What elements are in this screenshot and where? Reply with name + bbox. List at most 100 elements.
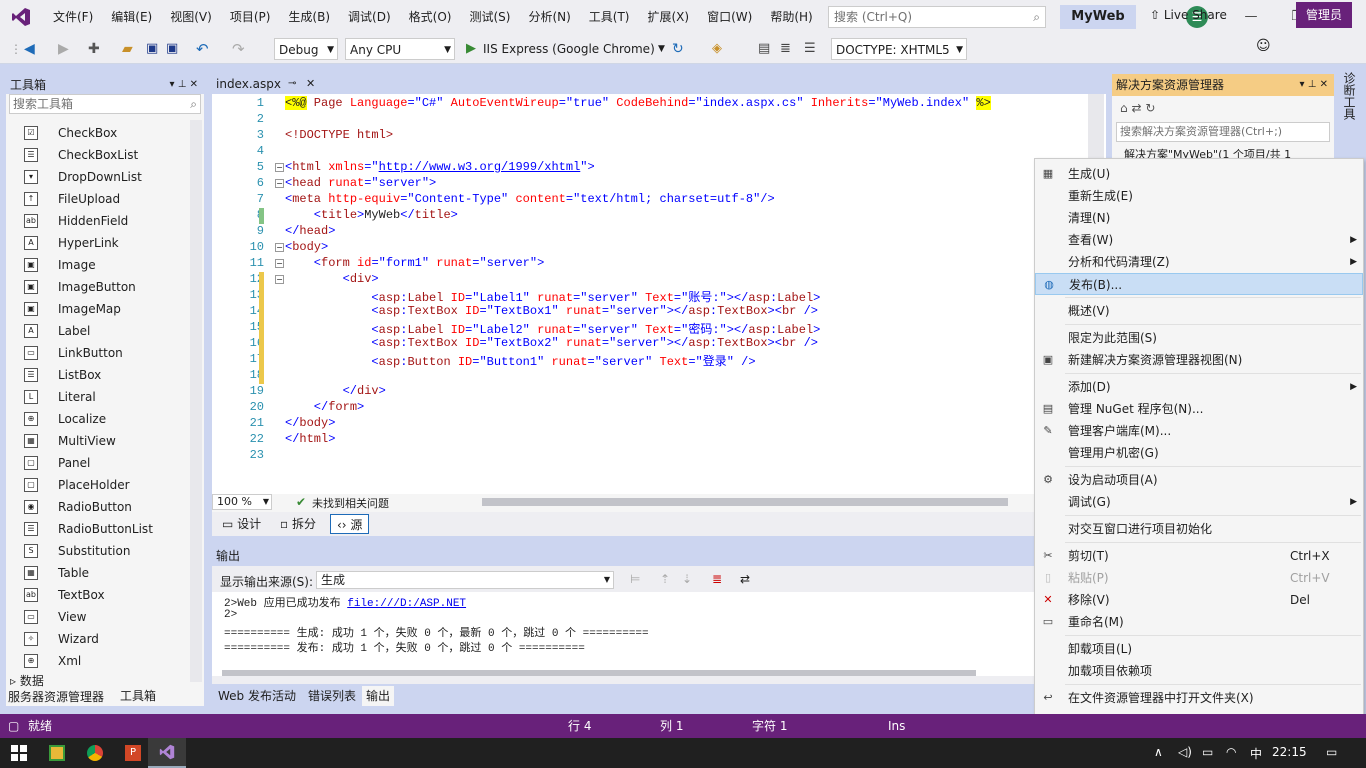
toolbox-scrollbar[interactable] [190, 120, 202, 682]
tab-source[interactable]: ‹› 源 [330, 514, 370, 534]
paint-app-icon[interactable] [38, 738, 76, 768]
context-menu-item[interactable]: ✂ 剪切(T) Ctrl+X [1035, 545, 1363, 567]
close-icon[interactable]: ✕ [306, 74, 315, 94]
clear-all-icon[interactable]: ≣ [712, 572, 722, 586]
menu-format[interactable]: 格式(O) [400, 0, 461, 34]
context-menu-item[interactable]: 调试(G) ▶ [1035, 491, 1363, 513]
battery-icon[interactable]: ▭ [1202, 745, 1213, 759]
toolbox-item[interactable]: ▣ ImageMap [24, 298, 121, 320]
menu-test[interactable]: 测试(S) [460, 0, 519, 34]
toolbox-item[interactable]: ▭ View [24, 606, 86, 628]
ime-indicator[interactable]: 中 [1250, 745, 1262, 762]
live-share-button[interactable]: ⇧ Live Share [1150, 2, 1240, 28]
volume-icon[interactable]: ◁) [1178, 745, 1192, 759]
toolbox-item[interactable]: ▣ ImageButton [24, 276, 136, 298]
context-menu-item[interactable]: 重新生成(E) [1035, 185, 1363, 207]
code-line[interactable]: <asp:Label ID="Label1" runat="server" Te… [285, 288, 820, 305]
menu-debug[interactable]: 调试(D) [339, 0, 400, 34]
tab-web-publish[interactable]: Web 发布活动 [214, 686, 300, 706]
code-line[interactable]: <head runat="server"> [285, 176, 436, 190]
toolbox-item[interactable]: ◉ RadioButton [24, 496, 132, 518]
output-text-area[interactable]: 2>Web 应用已成功发布 file:///D:/ASP.NET 2> ====… [212, 592, 1034, 676]
run-icon[interactable]: ▶ [466, 38, 476, 60]
toolbox-item[interactable]: L Literal [24, 386, 96, 408]
previous-message-icon[interactable]: ⇡ [660, 572, 670, 586]
configuration-dropdown[interactable]: Debug ▼ [274, 38, 338, 60]
tab-design[interactable]: ▭ 设计 [216, 514, 267, 534]
toolbox-item[interactable]: ▢ Panel [24, 452, 90, 474]
forward-icon[interactable]: ▶ [58, 38, 69, 60]
context-menu-item[interactable]: 概述(V) [1035, 300, 1363, 322]
diagnostic-tools-tab[interactable]: 诊断工具 [1336, 66, 1366, 166]
toolbox-search-input[interactable]: 搜索工具箱 ⌕ [9, 94, 201, 114]
code-line[interactable]: <asp:TextBox ID="TextBox2" runat="server… [285, 336, 818, 350]
save-icon[interactable]: ▣ [146, 38, 158, 60]
menu-window[interactable]: 窗口(W) [698, 0, 761, 34]
code-line[interactable]: <title>MyWeb</title> [285, 208, 458, 222]
toolbox-item[interactable]: ↑ FileUpload [24, 188, 120, 210]
menu-edit[interactable]: 编辑(E) [102, 0, 161, 34]
menu-view[interactable]: 视图(V) [161, 0, 221, 34]
toolbox-item[interactable]: ▢ PlaceHolder [24, 474, 130, 496]
toolbox-item[interactable]: A HyperLink [24, 232, 119, 254]
menu-extensions[interactable]: 扩展(X) [638, 0, 698, 34]
code-line[interactable]: <!DOCTYPE html> [285, 128, 393, 142]
collapse-icon[interactable]: − [275, 243, 284, 252]
menu-help[interactable]: 帮助(H) [761, 0, 821, 34]
panel-pin-icon[interactable]: ▾ ⊥ ✕ [170, 76, 198, 94]
code-line[interactable]: <div> [285, 272, 379, 286]
notification-icon[interactable]: ▭ [1326, 745, 1337, 759]
collapse-icon[interactable]: − [275, 179, 284, 188]
code-editor[interactable]: 1234567891011121314151617181920212223 <%… [212, 94, 1106, 494]
new-project-icon[interactable]: ✚ [88, 38, 100, 60]
menu-build[interactable]: 生成(B) [279, 0, 339, 34]
code-line[interactable]: <asp:Button ID="Button1" runat="server" … [285, 352, 755, 369]
format-icon[interactable]: ≣ [780, 38, 791, 60]
redo-icon[interactable]: ↷ [232, 38, 245, 60]
code-line[interactable]: </body> [285, 416, 335, 430]
context-menu-item[interactable]: ▣ 新建解决方案资源管理器视图(N) [1035, 349, 1363, 371]
sync-icon[interactable]: ⇄ [1131, 101, 1141, 115]
code-line[interactable]: <asp:Label ID="Label2" runat="server" Te… [285, 320, 820, 337]
context-menu-item[interactable]: 分析和代码清理(Z) ▶ [1035, 251, 1363, 273]
chrome-icon[interactable] [76, 738, 114, 768]
context-menu-item[interactable]: 限定为此范围(S) [1035, 327, 1363, 349]
word-wrap-icon[interactable]: ⇄ [740, 572, 750, 586]
run-target-button[interactable]: IIS Express (Google Chrome) [483, 38, 655, 60]
context-menu-item[interactable]: ✎ 管理客户端库(M)... [1035, 420, 1363, 442]
goto-error-icon[interactable]: ⊨ [630, 572, 640, 586]
doctype-dropdown[interactable]: DOCTYPE: XHTML5 ▼ [831, 38, 967, 60]
tab-pin-icon[interactable]: ⊸ [288, 74, 296, 94]
context-menu-item[interactable]: ▭ 重命名(M) [1035, 611, 1363, 633]
panel-pin-icon[interactable]: ▾ ⊥ ✕ [1300, 74, 1328, 96]
collapse-icon[interactable]: − [275, 275, 284, 284]
toolbox-item[interactable]: ☰ CheckBoxList [24, 144, 138, 166]
context-menu-item[interactable]: 查看(W) ▶ [1035, 229, 1363, 251]
tab-toolbox[interactable]: 工具箱 [114, 686, 163, 706]
menu-analyze[interactable]: 分析(N) [519, 0, 579, 34]
toolbox-item[interactable]: S Substitution [24, 540, 130, 562]
toolbox-item[interactable]: ✧ Wizard [24, 628, 99, 650]
windows-start-icon[interactable] [0, 738, 38, 768]
context-menu-item[interactable]: ⚙ 设为启动项目(A) [1035, 469, 1363, 491]
context-menu-item[interactable]: 管理用户机密(G) [1035, 442, 1363, 464]
code-line[interactable]: </html> [285, 432, 335, 446]
tab-error-list[interactable]: 错误列表 [304, 686, 360, 706]
context-menu-item[interactable]: 加载项目依赖项 [1035, 660, 1363, 682]
home-icon[interactable]: ⌂ [1120, 101, 1128, 115]
code-line[interactable]: </head> [285, 224, 335, 238]
powerpoint-icon[interactable]: P [114, 738, 152, 768]
back-icon[interactable]: ◀ [24, 38, 35, 60]
context-menu-item[interactable]: 对交互窗口进行项目初始化 [1035, 518, 1363, 540]
collapse-icon[interactable]: − [275, 163, 284, 172]
code-line[interactable]: <body> [285, 240, 328, 254]
platform-dropdown[interactable]: Any CPU ▼ [345, 38, 455, 60]
context-menu-item[interactable]: ▤ 管理 NuGet 程序包(N)... [1035, 398, 1363, 420]
indent-icon[interactable]: ☰ [804, 38, 816, 60]
collapse-icon[interactable]: − [275, 259, 284, 268]
tab-index-aspx[interactable]: index.aspx ⊸ ✕ [212, 74, 322, 94]
toolbox-item[interactable]: ▣ Image [24, 254, 96, 276]
open-file-icon[interactable]: ▰ [122, 38, 133, 60]
output-scrollbar[interactable] [222, 670, 976, 676]
refresh-icon[interactable]: ↻ [1145, 101, 1155, 115]
